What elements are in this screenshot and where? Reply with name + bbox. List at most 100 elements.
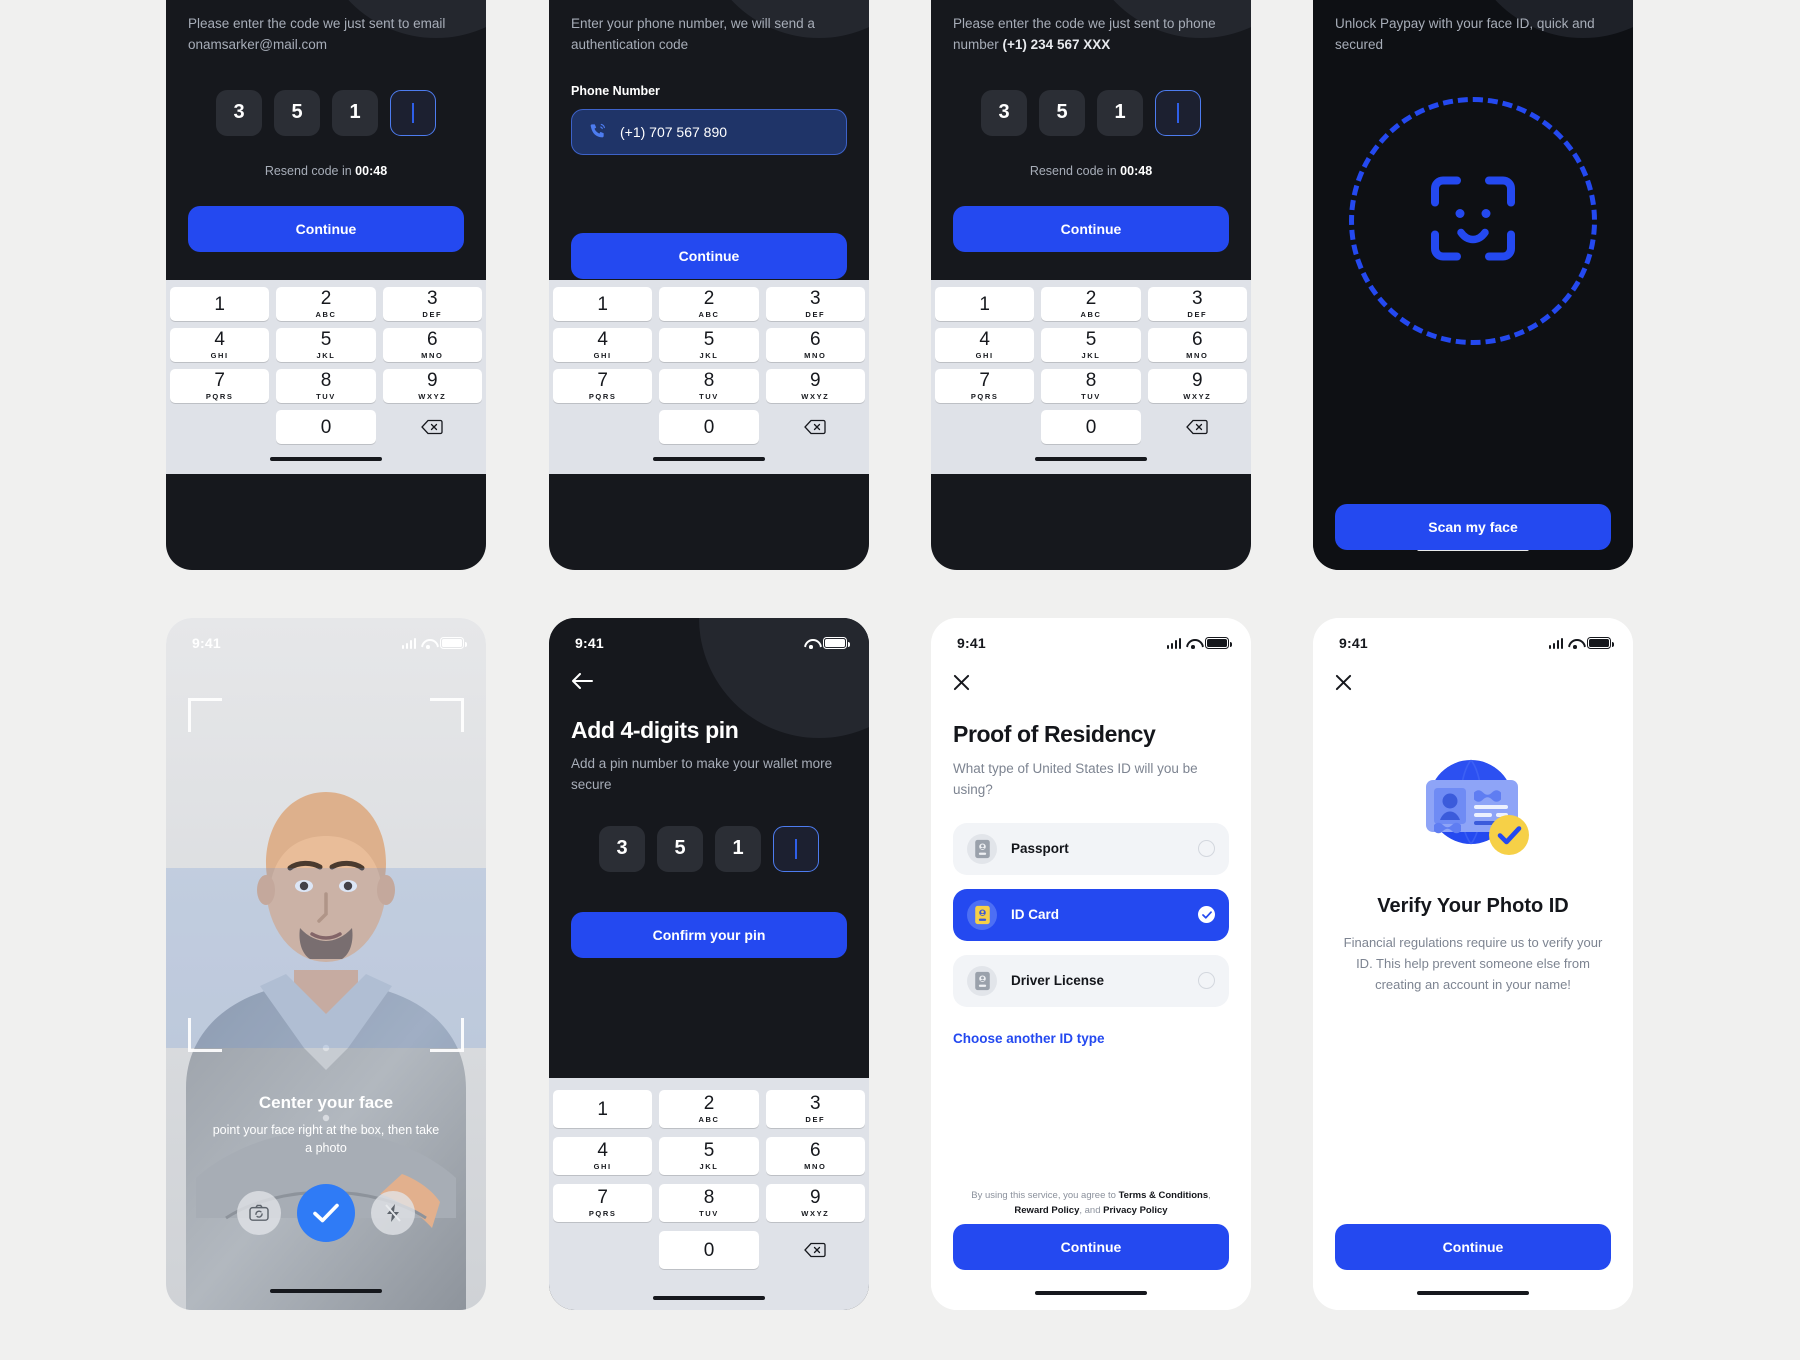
key-letters: DEF bbox=[1187, 310, 1208, 319]
key-8[interactable]: 8 TUV bbox=[1041, 369, 1141, 403]
key-number: 7 bbox=[214, 370, 225, 391]
key-backspace[interactable] bbox=[766, 410, 865, 444]
sheet-content: Proof of Residency What type of United S… bbox=[931, 658, 1251, 1046]
key-6[interactable]: 6 MNO bbox=[765, 328, 865, 362]
otp-digit-4[interactable] bbox=[1155, 89, 1201, 136]
pin-digit-1[interactable]: 3 bbox=[599, 825, 645, 872]
key-0[interactable]: 0 bbox=[1041, 410, 1141, 444]
keypad-grid: 1 2 ABC 3 DEF 4 GHI 5 JKL 6 MNO 7 PQRS 8 TUV 9W… bbox=[553, 1090, 865, 1269]
key-8[interactable]: 8 TUV bbox=[276, 369, 376, 403]
key-backspace[interactable] bbox=[383, 410, 482, 444]
key-0[interactable]: 0 bbox=[276, 410, 376, 444]
key-9[interactable]: 9 WXYZ bbox=[765, 1184, 865, 1222]
otp-digit-3[interactable]: 1 bbox=[332, 89, 378, 136]
reward-policy-link[interactable]: Reward Policy bbox=[1014, 1205, 1079, 1216]
key-9[interactable]: 9 WXYZ bbox=[765, 369, 865, 403]
key-1[interactable]: 1 bbox=[553, 1090, 653, 1128]
key-9[interactable]: 9 WXYZ bbox=[1147, 369, 1247, 403]
key-5[interactable]: 5 JKL bbox=[659, 328, 759, 362]
camera-confirm-button[interactable] bbox=[297, 1184, 355, 1242]
key-4[interactable]: 4 GHI bbox=[170, 328, 270, 362]
otp-digit-1[interactable]: 3 bbox=[216, 89, 262, 136]
key-7[interactable]: 7 PQRS bbox=[935, 369, 1035, 403]
key-4[interactable]: 4 GHI bbox=[553, 1137, 653, 1175]
key-number: 8 bbox=[703, 370, 715, 391]
continue-button[interactable]: Continue bbox=[953, 1224, 1229, 1270]
option-radio[interactable] bbox=[1198, 840, 1215, 858]
frame-corner-bottom-right bbox=[430, 1018, 464, 1052]
option-id-card[interactable]: ID Card bbox=[953, 888, 1229, 941]
key-6[interactable]: 6 MNO bbox=[765, 1137, 865, 1175]
camera-flip-button[interactable] bbox=[237, 1191, 281, 1235]
otp-digit-4[interactable] bbox=[390, 89, 436, 136]
pin-digit-2[interactable]: 5 bbox=[657, 825, 703, 872]
resend-code-text: Resend code in 00:48 bbox=[188, 164, 464, 178]
key-8[interactable]: 8 TUV bbox=[659, 1184, 759, 1222]
key-0[interactable]: 0 bbox=[659, 1231, 759, 1269]
key-4[interactable]: 4 GHI bbox=[553, 328, 653, 362]
cellular-signal-icon bbox=[784, 637, 799, 649]
pin-digit-4[interactable] bbox=[773, 825, 819, 872]
key-6[interactable]: 6 MNO bbox=[382, 328, 482, 362]
continue-button[interactable]: Continue bbox=[571, 232, 847, 279]
key-1[interactable]: 1 bbox=[935, 287, 1035, 321]
continue-button[interactable]: Continue bbox=[1335, 1224, 1611, 1270]
option-radio[interactable] bbox=[1198, 972, 1215, 990]
key-1[interactable]: 1 bbox=[170, 287, 270, 321]
key-2[interactable]: 2 ABC bbox=[276, 287, 376, 321]
terms-link[interactable]: Terms & Conditions bbox=[1119, 1190, 1209, 1201]
continue-button[interactable]: Continue bbox=[953, 205, 1229, 252]
key-2[interactable]: 2 ABC bbox=[1041, 287, 1141, 321]
key-number: 6 bbox=[1192, 329, 1203, 350]
key-9[interactable]: 9 WXYZ bbox=[382, 369, 482, 403]
key-7[interactable]: 7 PQRS bbox=[170, 369, 270, 403]
option-driver-license[interactable]: Driver License bbox=[953, 954, 1229, 1007]
key-number: 3 bbox=[1192, 288, 1203, 309]
key-backspace[interactable] bbox=[766, 1231, 865, 1269]
otp-digit-3[interactable]: 1 bbox=[1097, 89, 1143, 136]
key-5[interactable]: 5 JKL bbox=[1041, 328, 1141, 362]
option-radio-selected[interactable] bbox=[1198, 906, 1215, 924]
choose-another-id-type-link[interactable]: Choose another ID type bbox=[953, 1031, 1229, 1046]
confirm-pin-button[interactable]: Confirm your pin bbox=[571, 911, 847, 958]
key-backspace[interactable] bbox=[1148, 410, 1247, 444]
option-passport[interactable]: Passport bbox=[953, 822, 1229, 875]
phone-number-input[interactable]: (+1) 707 567 890 bbox=[571, 108, 847, 155]
wifi-icon bbox=[1568, 638, 1582, 649]
key-0[interactable]: 0 bbox=[659, 410, 759, 444]
key-6[interactable]: 6 MNO bbox=[1147, 328, 1247, 362]
otp-digit-2[interactable]: 5 bbox=[1039, 89, 1085, 136]
key-4[interactable]: 4 GHI bbox=[935, 328, 1035, 362]
key-5[interactable]: 5 JKL bbox=[276, 328, 376, 362]
continue-button[interactable]: Continue bbox=[188, 205, 464, 252]
close-button[interactable] bbox=[1335, 674, 1611, 695]
key-7[interactable]: 7 PQRS bbox=[553, 369, 653, 403]
back-button[interactable] bbox=[571, 672, 847, 693]
camera-flash-button[interactable] bbox=[371, 1191, 415, 1235]
face-id-illustration bbox=[1335, 56, 1611, 386]
key-3[interactable]: 3 DEF bbox=[765, 287, 865, 321]
keypad-grid: 1 2 ABC 3 DEF 4 GHI 5 JKL 6 MNO 7 PQRS 8 TUV 9W… bbox=[935, 287, 1247, 444]
key-2[interactable]: 2 ABC bbox=[659, 287, 759, 321]
key-3[interactable]: 3 DEF bbox=[382, 287, 482, 321]
key-number: 5 bbox=[320, 329, 332, 350]
key-3[interactable]: 3 DEF bbox=[1147, 287, 1247, 321]
key-1[interactable]: 1 bbox=[553, 287, 653, 321]
key-5[interactable]: 5 JKL bbox=[659, 1137, 759, 1175]
pin-digit-3[interactable]: 1 bbox=[715, 825, 761, 872]
otp-input-group[interactable]: 3 5 1 bbox=[953, 89, 1229, 136]
otp-digit-1[interactable]: 3 bbox=[981, 89, 1027, 136]
otp-digit-2[interactable]: 5 bbox=[274, 89, 320, 136]
key-3[interactable]: 3 DEF bbox=[765, 1090, 865, 1128]
passport-icon bbox=[967, 833, 997, 864]
key-7[interactable]: 7 PQRS bbox=[553, 1184, 653, 1222]
key-number: 6 bbox=[810, 329, 821, 350]
key-8[interactable]: 8 TUV bbox=[659, 369, 759, 403]
id-card-verified-illustration bbox=[1426, 759, 1529, 855]
scan-my-face-button[interactable]: Scan my face bbox=[1335, 503, 1611, 550]
key-2[interactable]: 2 ABC bbox=[659, 1090, 759, 1128]
close-button[interactable] bbox=[953, 674, 1229, 695]
privacy-policy-link[interactable]: Privacy Policy bbox=[1103, 1205, 1167, 1216]
otp-input-group[interactable]: 3 5 1 bbox=[188, 89, 464, 136]
pin-input-group[interactable]: 3 5 1 bbox=[571, 825, 847, 872]
